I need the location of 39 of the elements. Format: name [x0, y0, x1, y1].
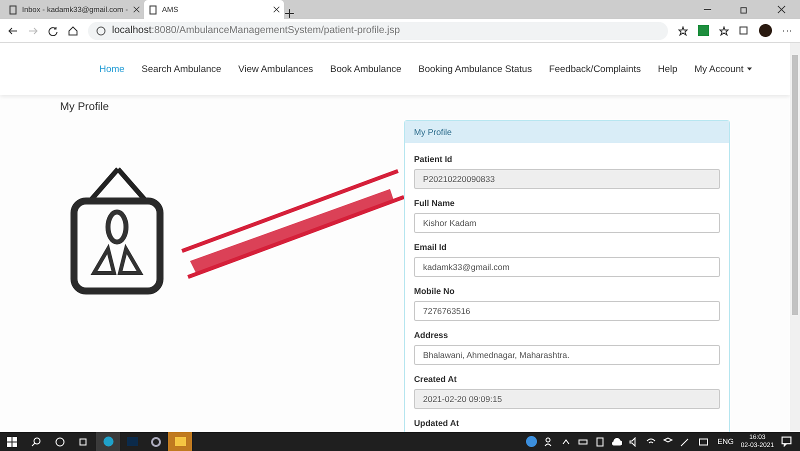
- notification-icon[interactable]: [781, 436, 792, 447]
- close-icon: [273, 6, 280, 13]
- back-arrow-icon[interactable]: [8, 26, 18, 36]
- plus-icon[interactable]: [284, 8, 295, 19]
- field-label: Patient Id: [414, 154, 454, 164]
- avatar[interactable]: [759, 24, 772, 37]
- field-label: Updated At: [414, 418, 460, 428]
- nav-link[interactable]: View Ambulances: [230, 64, 322, 74]
- panel-title: My Profile: [405, 121, 729, 143]
- field-label: Full Name: [414, 198, 456, 208]
- refresh-icon[interactable]: [48, 26, 58, 36]
- chevron-up-icon[interactable]: [561, 436, 572, 446]
- input-field[interactable]: 7276763516: [414, 301, 720, 321]
- field-label: Created At: [414, 374, 458, 384]
- search-icon[interactable]: [31, 436, 41, 446]
- input-field[interactable]: Bhalawani, Ahmednagar, Maharashtra.: [414, 345, 720, 365]
- field-label: Mobile No: [414, 286, 456, 296]
- nav-link[interactable]: My Account: [686, 64, 760, 74]
- star-icon[interactable]: [678, 26, 688, 36]
- nav-link[interactable]: Feedback/Complaints: [540, 64, 650, 74]
- page-title: My Profile: [60, 101, 110, 113]
- nav-link[interactable]: Search Ambulance: [133, 64, 230, 74]
- nav-link[interactable]: Help: [649, 64, 686, 74]
- restore-icon[interactable]: [740, 5, 749, 14]
- input-field[interactable]: Kishor Kadam: [414, 213, 720, 233]
- home-icon[interactable]: [68, 26, 78, 36]
- field-label: Address: [414, 330, 450, 340]
- circle-icon[interactable]: [55, 436, 65, 446]
- people-icon[interactable]: [544, 436, 554, 446]
- nav-link[interactable]: Book Ambulance: [322, 64, 410, 74]
- input-field[interactable]: kadamk33@gmail.com: [414, 257, 720, 277]
- close-icon: [133, 6, 140, 13]
- field-label: Email Id: [414, 242, 448, 252]
- address-field[interactable]: localhost:8080/AmbulanceManagementSystem/patient-profile.jsp: [88, 22, 668, 40]
- scrollbar[interactable]: [792, 55, 798, 315]
- nav-link[interactable]: Booking Ambulance Status: [410, 64, 540, 74]
- close-icon[interactable]: [777, 5, 786, 14]
- favorites-icon[interactable]: [719, 26, 729, 36]
- cloud-icon[interactable]: [612, 436, 622, 446]
